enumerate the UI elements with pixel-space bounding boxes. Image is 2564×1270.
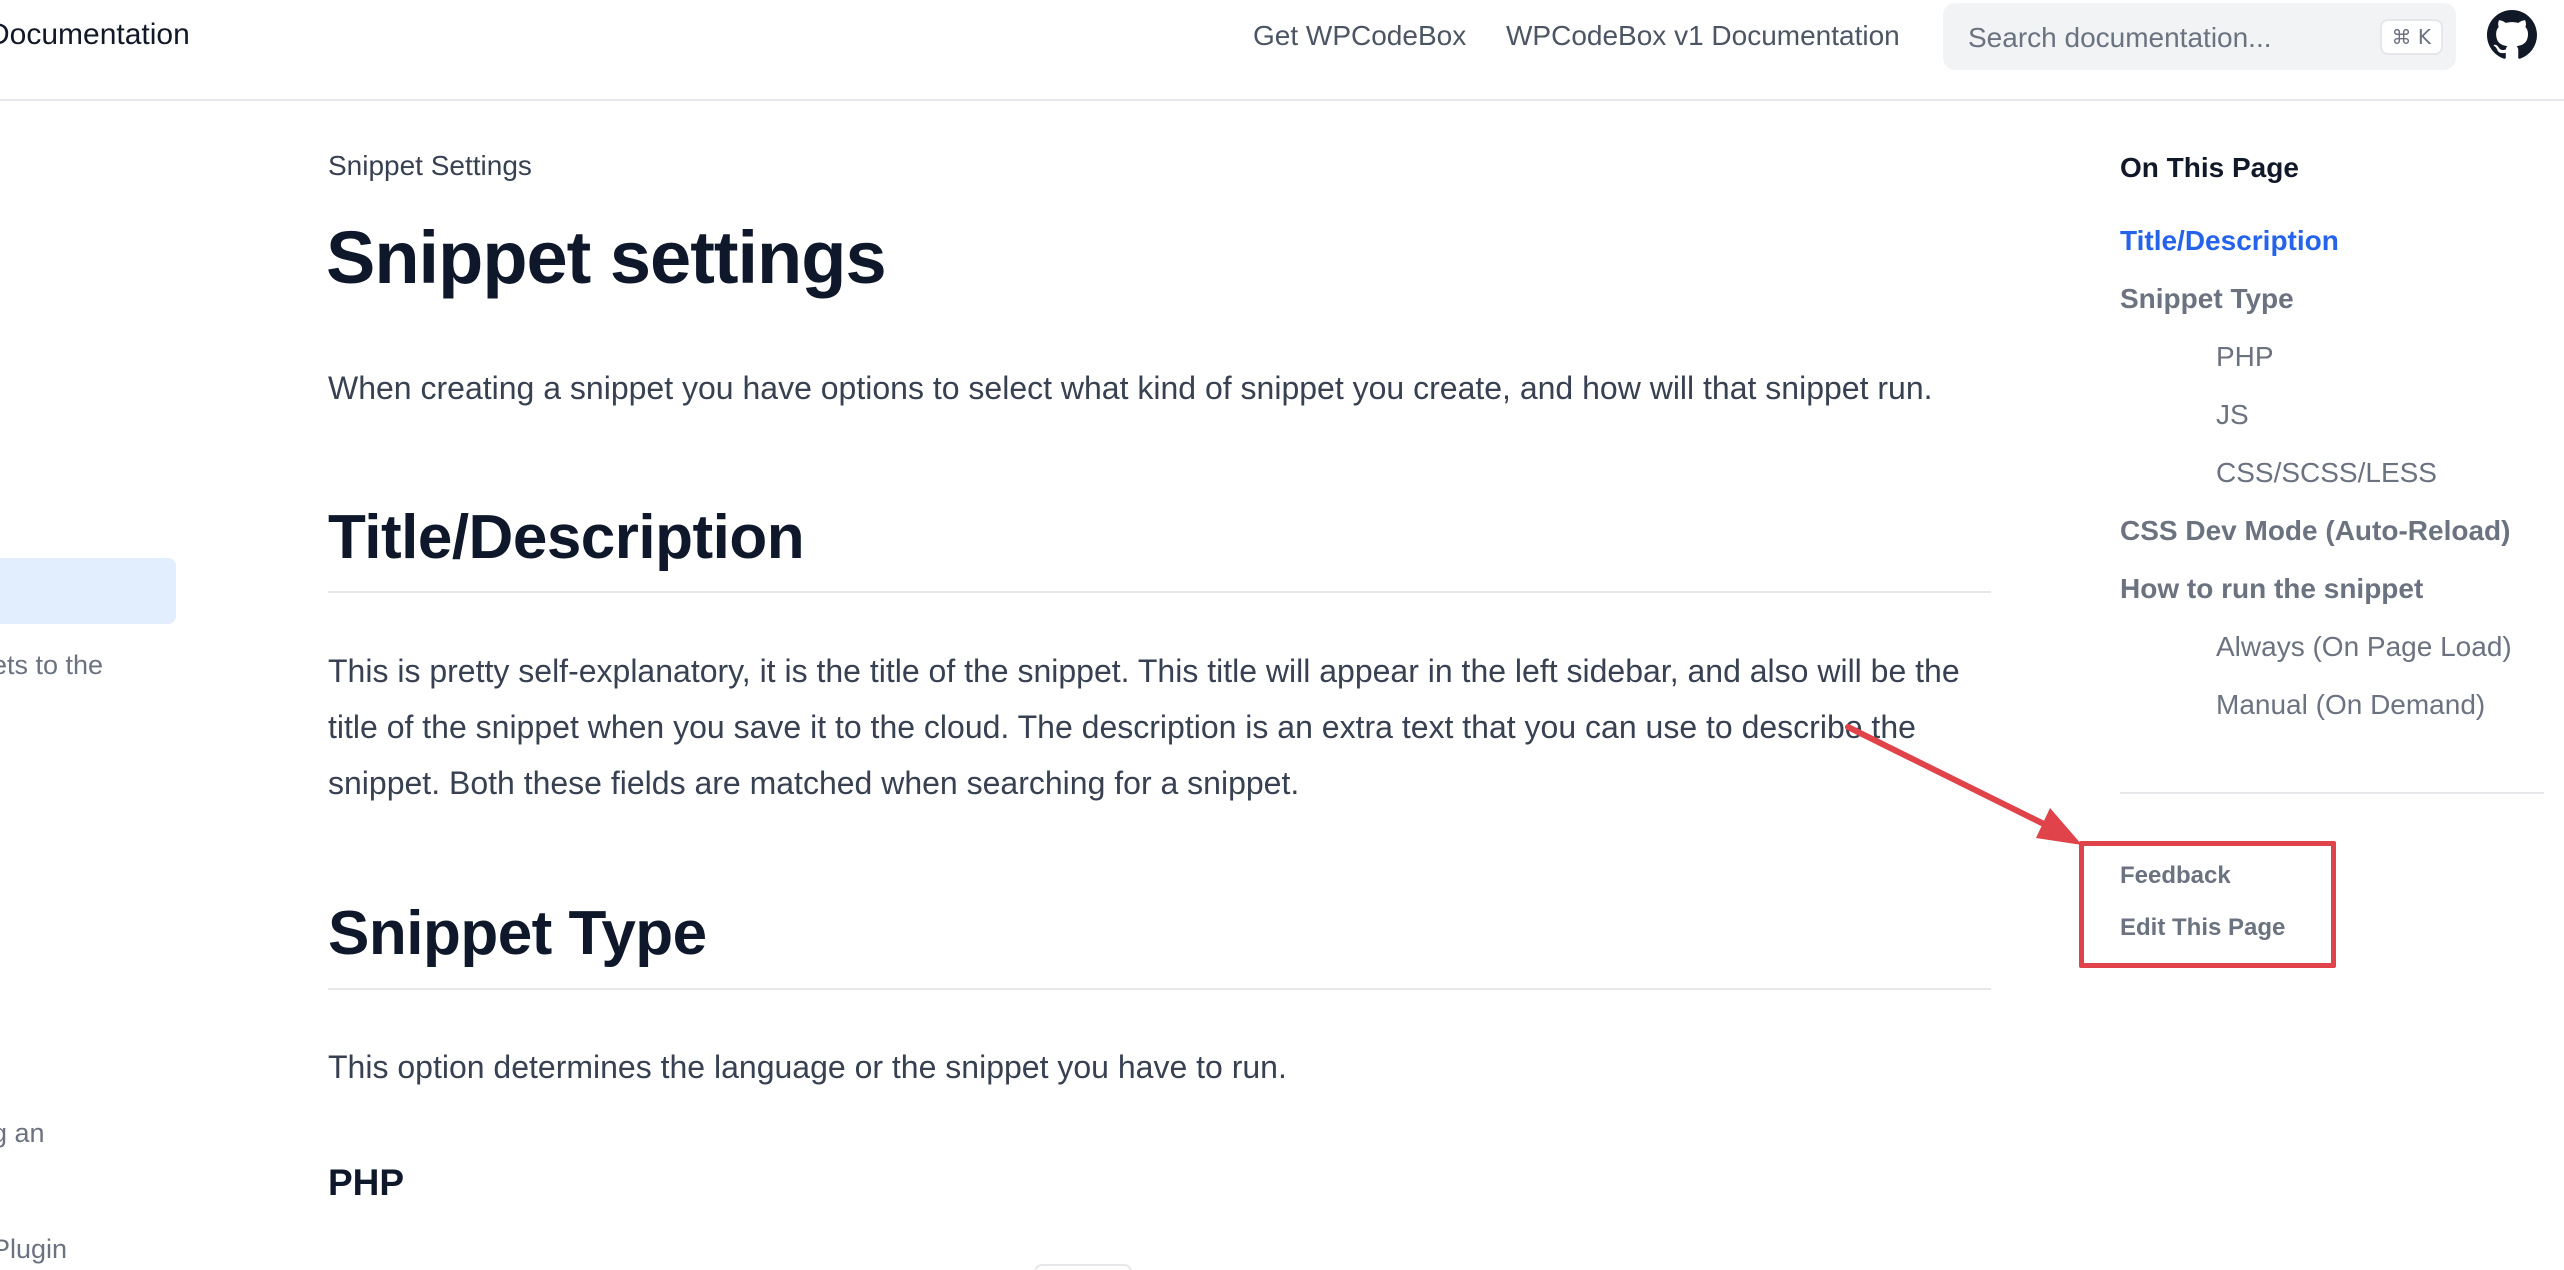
toc-item-manual[interactable]: Manual (On Demand) — [2216, 689, 2485, 721]
toc-item-snippet-type[interactable]: Snippet Type — [2120, 283, 2294, 315]
heading-snippet-type: Snippet Type — [328, 899, 707, 968]
toc-item-always[interactable]: Always (On Page Load) — [2216, 631, 2512, 663]
title-description-paragraph: This is pretty self-explanatory, it is t… — [328, 653, 1960, 801]
nav-get-wpcodebox-link[interactable]: Get WPCodeBox — [1253, 20, 1466, 52]
site-title[interactable]: Documentation — [0, 18, 190, 52]
sidebar-item-fragment[interactable]: Plugin — [0, 1234, 67, 1265]
toc-item-php[interactable]: PHP — [2216, 341, 2274, 373]
github-icon[interactable] — [2487, 10, 2537, 60]
section-eyebrow: Snippet Settings — [328, 150, 532, 181]
nav-v1-docs-link[interactable]: WPCodeBox v1 Documentation — [1506, 20, 1900, 52]
toc-item-js[interactable]: JS — [2216, 399, 2249, 431]
heading-divider — [328, 591, 1991, 593]
heading-php: PHP — [328, 1162, 405, 1203]
code-block-edge — [1034, 1264, 1132, 1270]
toc-item-how-to-run[interactable]: How to run the snippet — [2120, 573, 2423, 605]
top-header: Documentation Get WPCodeBox WPCodeBox v1… — [0, 0, 2564, 101]
sidebar-item-fragment[interactable]: g an — [0, 1118, 45, 1149]
search-placeholder: Search documentation... — [1968, 22, 2272, 53]
search-input[interactable]: Search documentation... ⌘ K — [1943, 3, 2456, 70]
toc-item-title-description[interactable]: Title/Description — [2120, 225, 2339, 257]
snippet-type-paragraph: This option determines the language or t… — [328, 1049, 1287, 1085]
toc-divider — [2120, 792, 2544, 794]
docs-page: Documentation Get WPCodeBox WPCodeBox v1… — [0, 0, 2564, 1270]
annotation-highlight-box — [2079, 841, 2336, 968]
toc-heading: On This Page — [2120, 152, 2299, 183]
sidebar-active-item[interactable] — [0, 558, 176, 624]
heading-title-description: Title/Description — [328, 503, 805, 572]
toc-item-css[interactable]: CSS/SCSS/LESS — [2216, 457, 2437, 489]
search-shortcut-badge: ⌘ K — [2379, 19, 2443, 55]
toc-item-css-dev-mode[interactable]: CSS Dev Mode (Auto-Reload) — [2120, 515, 2510, 547]
heading-divider — [328, 988, 1991, 990]
page-title: Snippet settings — [326, 216, 887, 299]
sidebar-item-fragment[interactable]: ets to the — [0, 650, 103, 681]
intro-paragraph: When creating a snippet you have options… — [328, 370, 1933, 406]
